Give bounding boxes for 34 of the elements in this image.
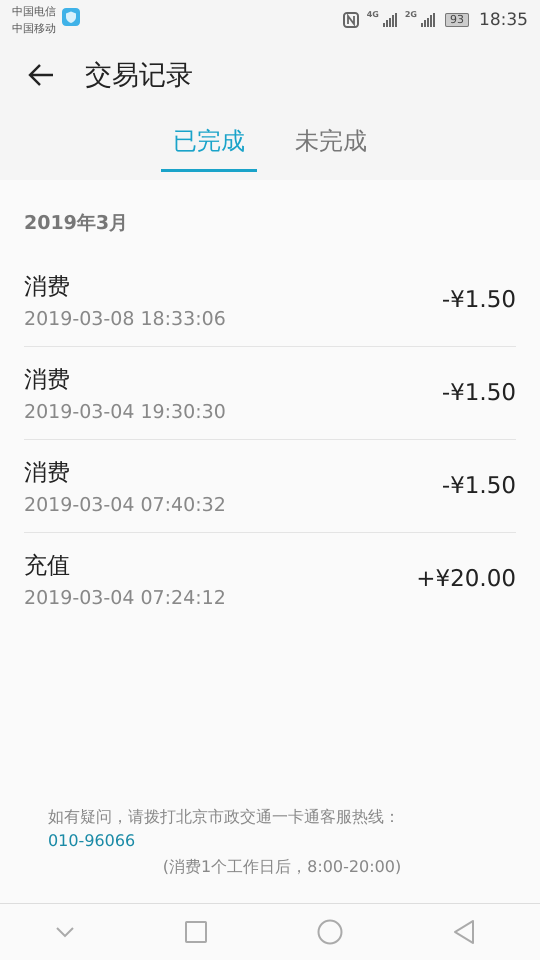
- tab[interactable]: 未完成: [283, 112, 379, 172]
- back-arrow-icon[interactable]: [27, 63, 55, 87]
- transaction-amount: -¥1.50: [442, 287, 516, 313]
- service-hours: (消费1个工作日后，8:00-20:00): [162, 856, 402, 878]
- page-title: 交易记录: [85, 59, 193, 93]
- transaction-type: 充值: [24, 552, 71, 580]
- network-label: 4G: [366, 10, 379, 19]
- carrier-name: 中国电信: [12, 4, 56, 20]
- transaction-amount: -¥1.50: [442, 473, 516, 499]
- signal-icon: [382, 13, 397, 27]
- signal-icon: [421, 13, 435, 27]
- transaction-amount: -¥1.50: [442, 380, 516, 406]
- transaction-time: 2019-03-04 19:30:30: [24, 400, 226, 422]
- transaction-time: 2019-03-04 07:24:12: [24, 586, 226, 608]
- transaction-amount: +¥20.00: [416, 566, 516, 592]
- back-icon[interactable]: [453, 919, 475, 945]
- battery-indicator: 93: [445, 13, 469, 27]
- shield-icon: [62, 8, 80, 26]
- transaction-time: 2019-03-04 07:40:32: [24, 494, 226, 516]
- clock: 18:35: [479, 10, 528, 30]
- month-heading: 2019年3月: [24, 211, 130, 236]
- hotline-notice: 如有疑问，请拨打北京市政交通一卡通客服热线：: [48, 806, 401, 828]
- chevron-down-icon[interactable]: [55, 926, 75, 938]
- transaction-type: 消费: [24, 458, 71, 488]
- network-label: 2G: [404, 10, 417, 19]
- transaction-time: 2019-03-08 18:33:06: [24, 308, 226, 330]
- tab[interactable]: 已完成: [161, 112, 257, 172]
- home-icon[interactable]: [317, 919, 343, 945]
- transaction-type: 消费: [24, 272, 71, 302]
- recents-icon[interactable]: [185, 921, 207, 943]
- carrier-name: 中国移动: [12, 21, 56, 37]
- transaction-type: 消费: [24, 366, 71, 394]
- nfc-icon: [342, 12, 359, 28]
- hotline-number[interactable]: 010-96066: [48, 829, 516, 853]
